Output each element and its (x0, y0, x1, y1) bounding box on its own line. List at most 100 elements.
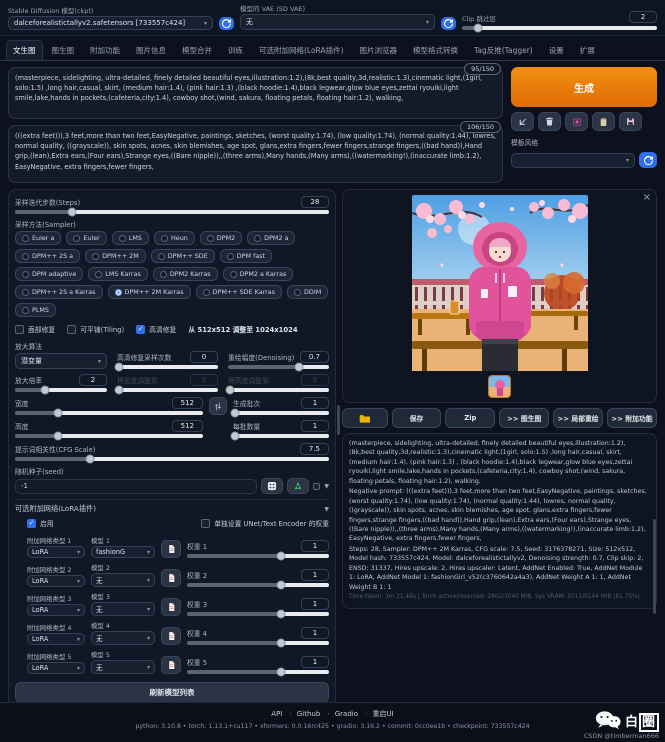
sampler-option[interactable]: DPM++ 2M Karras (108, 285, 191, 299)
tab-item[interactable]: 图片浏览器 (353, 40, 405, 60)
refresh-styles-button[interactable] (639, 152, 657, 168)
slider-handle[interactable] (54, 432, 63, 441)
sampler-option[interactable]: DPM fast (220, 249, 272, 263)
hires-steps-value[interactable]: 0 (190, 351, 218, 363)
lora-weight-value[interactable]: 1 (301, 540, 329, 552)
tab-item[interactable]: 训练 (221, 40, 250, 60)
upscale-by-slider[interactable] (15, 388, 107, 392)
read-params-button[interactable] (511, 112, 534, 131)
width-slider[interactable] (15, 411, 203, 415)
clip-skip-value[interactable]: 2 (629, 11, 657, 23)
cfg-value[interactable]: 7.5 (300, 443, 329, 455)
slider-handle[interactable] (230, 409, 239, 418)
lora-model-info-button[interactable] (161, 627, 181, 645)
slider-handle[interactable] (294, 363, 303, 372)
sampler-option[interactable]: Euler a (15, 231, 61, 245)
batch-size-slider[interactable] (233, 434, 329, 438)
collapse-arrow-icon[interactable]: ▼ (324, 506, 329, 513)
lora-model-info-button[interactable] (161, 598, 181, 616)
page-scrollbar[interactable] (653, 519, 656, 614)
extra-seed-checkbox[interactable] (313, 483, 320, 490)
tab-item[interactable]: Tag反推(Tagger) (467, 40, 540, 60)
footer-link[interactable]: Github (285, 710, 321, 718)
tab-item[interactable]: 扩展 (573, 40, 602, 60)
lora-weight-value[interactable]: 1 (301, 627, 329, 639)
sampler-option[interactable]: DPM2 Karras (153, 267, 218, 281)
slider-handle[interactable] (41, 386, 50, 395)
sampler-option[interactable]: DPM++ SDE Karras (196, 285, 282, 299)
tab-item[interactable]: 附加功能 (83, 40, 127, 60)
swap-dimensions-button[interactable] (209, 397, 227, 415)
tab-item[interactable]: 设置 (542, 40, 571, 60)
sampler-option[interactable]: Heun (154, 231, 195, 245)
lora-model-select[interactable]: 无▾ (91, 631, 155, 645)
batch-count-value[interactable]: 1 (301, 397, 329, 409)
tab-item[interactable]: 图片信息 (129, 40, 173, 60)
denoising-slider[interactable] (228, 365, 329, 369)
batch-size-value[interactable]: 1 (301, 420, 329, 432)
lora-enable-checkbox[interactable]: ✓启用 (27, 518, 54, 528)
lora-model-info-button[interactable] (161, 656, 181, 674)
lora-model-select[interactable]: 无▾ (91, 573, 155, 587)
sampler-option[interactable]: DPM++ 2M (85, 249, 146, 263)
prompt-input[interactable]: (masterpiece, sidelighting, ultra-detail… (8, 67, 503, 119)
send-to-inpaint-button[interactable]: >> 局部重绘 (553, 408, 603, 428)
styles-select[interactable]: ▾ (511, 153, 635, 168)
zip-button[interactable]: Zip (445, 408, 495, 428)
lora-weight-slider[interactable] (187, 583, 329, 587)
save-style-button[interactable] (619, 112, 642, 131)
clip-skip-slider[interactable] (462, 26, 657, 30)
send-to-extras-button[interactable]: >> 附加功能 (607, 408, 657, 428)
steps-value[interactable]: 28 (301, 196, 329, 208)
sampler-option[interactable]: PLMS (15, 303, 56, 317)
tab-item[interactable]: 模型格式转换 (406, 40, 465, 60)
steps-slider[interactable] (15, 210, 329, 214)
gallery-thumbnail[interactable] (488, 375, 511, 398)
sampler-option[interactable]: LMS (112, 231, 149, 245)
hires-steps-slider[interactable] (117, 365, 218, 369)
reuse-seed-button[interactable] (287, 478, 309, 494)
footer-link[interactable]: Gradio (323, 710, 359, 718)
checkpoint-select[interactable]: dalceforealistictallyv2.safetensors [733… (8, 16, 213, 30)
tab-item[interactable]: 文生图 (6, 40, 43, 60)
sampler-option[interactable]: DDIM (287, 285, 328, 299)
sampler-option[interactable]: DPM2 (200, 231, 242, 245)
slider-handle[interactable] (276, 639, 285, 648)
tab-item[interactable]: 图生图 (45, 40, 82, 60)
lora-type-select[interactable]: LoRA▾ (27, 575, 85, 587)
footer-link[interactable]: 重启UI (360, 710, 393, 718)
lora-type-select[interactable]: LoRA▾ (27, 633, 85, 645)
tiling-checkbox[interactable]: 可平铺(Tiling) (67, 324, 124, 334)
seed-input[interactable]: -1 (15, 479, 257, 494)
generate-button[interactable]: 生成 (511, 67, 657, 107)
vae-select[interactable]: 无 ▾ (240, 14, 435, 30)
sampler-option[interactable]: DPM++ 2S a Karras (15, 285, 103, 299)
refresh-checkpoint-button[interactable] (219, 17, 234, 30)
lora-model-select[interactable]: 无▾ (91, 602, 155, 616)
batch-count-slider[interactable] (233, 411, 329, 415)
sampler-option[interactable]: Euler (66, 231, 106, 245)
lora-model-select[interactable]: fashionG▾ (91, 546, 155, 558)
lora-model-info-button[interactable] (161, 540, 181, 558)
left-panel-scrollbar[interactable] (337, 405, 340, 435)
footer-link[interactable]: API (271, 710, 282, 718)
height-value[interactable]: 512 (172, 420, 203, 432)
close-icon[interactable]: × (643, 192, 651, 203)
sampler-option[interactable]: DPM++ SDE (151, 249, 215, 263)
upscale-by-value[interactable]: 2 (79, 374, 107, 386)
lora-weight-value[interactable]: 1 (301, 656, 329, 668)
slider-handle[interactable] (86, 455, 95, 464)
open-folder-button[interactable] (342, 408, 388, 428)
slider-handle[interactable] (115, 363, 124, 372)
slider-handle[interactable] (54, 409, 63, 418)
slider-handle[interactable] (276, 668, 285, 677)
save-button[interactable]: 保存 (392, 408, 442, 428)
cfg-slider[interactable] (15, 457, 329, 461)
sampler-option[interactable]: DPM adaptive (15, 267, 83, 281)
lora-model-select[interactable]: 无▾ (91, 660, 155, 674)
slider-handle[interactable] (276, 552, 285, 561)
lora-type-select[interactable]: LoRA▾ (27, 604, 85, 616)
hires-fix-checkbox[interactable]: ✓高清修复 (136, 324, 176, 334)
sampler-option[interactable]: DPM2 a Karras (223, 267, 294, 281)
negative-prompt-input[interactable]: (((extra feet))),3 feet,more than two fe… (8, 125, 503, 183)
